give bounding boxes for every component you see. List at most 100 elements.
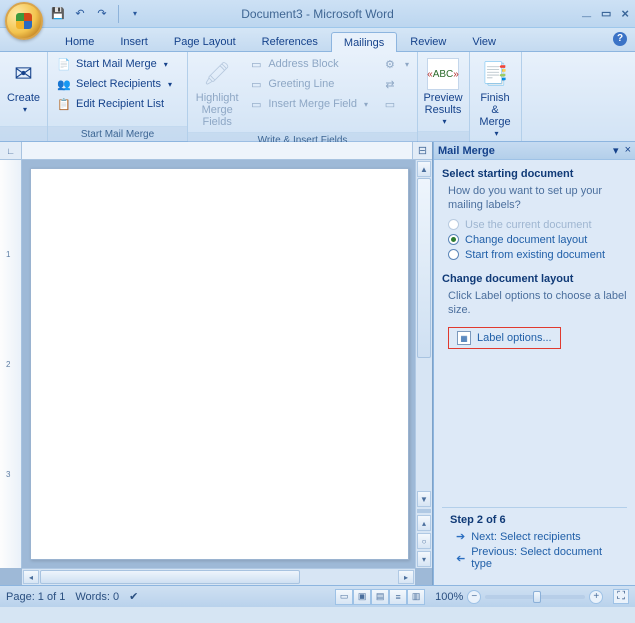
next-step-link[interactable]: ➔ Next: Select recipients bbox=[456, 530, 619, 543]
qat-separator bbox=[118, 5, 119, 23]
ribbon-group-write-insert: 🖍 Highlight Merge Fields ▭Address Block … bbox=[188, 52, 418, 141]
scroll-down-button[interactable]: ▼ bbox=[417, 491, 431, 507]
help-icon[interactable]: ? bbox=[613, 32, 627, 46]
taskpane-title: Mail Merge bbox=[438, 145, 495, 157]
restore-button[interactable]: ▭ bbox=[601, 7, 611, 20]
v-scroll-thumb[interactable] bbox=[417, 178, 431, 358]
start-group-label: Start Mail Merge bbox=[48, 126, 187, 141]
tab-references[interactable]: References bbox=[249, 31, 331, 51]
address-block-button[interactable]: ▭Address Block bbox=[244, 54, 372, 74]
h-scroll-thumb[interactable] bbox=[40, 570, 300, 584]
tab-selector[interactable]: ∟ bbox=[0, 142, 22, 159]
zoom-in-button[interactable]: + bbox=[589, 590, 603, 604]
view-buttons: ▭ ▣ ▤ ≡ ▥ bbox=[335, 589, 425, 605]
match-fields-button[interactable]: ⇄ bbox=[378, 74, 413, 94]
qat-customize-icon[interactable]: ▾ bbox=[127, 6, 143, 22]
horizontal-ruler[interactable]: ∟ 1 2 3 4 5 ⊟ bbox=[0, 142, 432, 160]
radio-change-layout[interactable]: Change document layout bbox=[448, 234, 627, 246]
mail-merge-task-pane: Mail Merge ▾ × Select starting document … bbox=[433, 142, 635, 585]
office-button[interactable] bbox=[5, 2, 43, 40]
doc-icon: 📄 bbox=[56, 56, 72, 72]
browse-object-button[interactable]: ○ bbox=[417, 533, 431, 549]
redo-icon[interactable]: ↷ bbox=[94, 6, 110, 22]
label-options-button[interactable]: ▦ Label options... bbox=[448, 327, 561, 349]
scroll-left-button[interactable]: ◂ bbox=[23, 570, 39, 584]
scroll-right-button[interactable]: ▸ bbox=[398, 570, 414, 584]
preview-results-button[interactable]: «ABC» Preview Results bbox=[422, 54, 464, 131]
tab-home[interactable]: Home bbox=[52, 31, 107, 51]
finish-icon: 📑 bbox=[479, 58, 511, 90]
minimize-button[interactable]: _ bbox=[582, 2, 591, 20]
radio-start-existing[interactable]: Start from existing document bbox=[448, 249, 627, 261]
section-select-starting: Select starting document bbox=[442, 168, 627, 180]
window-title: Document3 - Microsoft Word bbox=[241, 7, 394, 21]
save-icon[interactable]: 💾 bbox=[50, 6, 66, 22]
work-area: ∟ 1 2 3 4 5 ⊟ 1 2 3 ▲ ▼ ▴ ○ bbox=[0, 142, 635, 585]
view-full-screen[interactable]: ▣ bbox=[353, 589, 371, 605]
finish-merge-button[interactable]: 📑 Finish & Merge bbox=[474, 54, 516, 143]
status-page[interactable]: Page: 1 of 1 bbox=[6, 591, 65, 603]
label-icon: ▦ bbox=[457, 331, 471, 345]
view-ruler-toggle[interactable]: ⊟ bbox=[412, 142, 432, 159]
scroll-up-button[interactable]: ▲ bbox=[417, 161, 431, 177]
prev-page-button[interactable]: ▴ bbox=[417, 515, 431, 531]
tab-page-layout[interactable]: Page Layout bbox=[161, 31, 249, 51]
radio-icon bbox=[448, 249, 459, 260]
tab-view[interactable]: View bbox=[459, 31, 509, 51]
ribbon: ✉ Create 📄Start Mail Merge 👥Select Recip… bbox=[0, 52, 635, 142]
zoom-level[interactable]: 100% bbox=[435, 591, 463, 603]
v-scroll-track[interactable] bbox=[416, 178, 432, 490]
status-words[interactable]: Words: 0 bbox=[75, 591, 119, 603]
horizontal-scrollbar[interactable]: ◂ ▸ bbox=[22, 568, 415, 585]
wizard-step: Step 2 of 6 bbox=[450, 514, 619, 526]
ribbon-group-finish: 📑 Finish & Merge Finish bbox=[470, 52, 522, 141]
vertical-scrollbar[interactable]: ▲ ▼ ▴ ○ ▾ bbox=[415, 160, 432, 568]
prev-step-link[interactable]: ➔ Previous: Select document type bbox=[456, 546, 619, 570]
ribbon-tabs: Home Insert Page Layout References Maili… bbox=[0, 28, 635, 52]
status-bar: Page: 1 of 1 Words: 0 ✔ ▭ ▣ ▤ ≡ ▥ 100% −… bbox=[0, 585, 635, 607]
tab-review[interactable]: Review bbox=[397, 31, 459, 51]
insert-merge-field-button[interactable]: ▭Insert Merge Field bbox=[244, 94, 372, 114]
update-labels-button[interactable]: ▭ bbox=[378, 94, 413, 114]
labels-icon: ▭ bbox=[382, 96, 398, 112]
view-draft[interactable]: ▥ bbox=[407, 589, 425, 605]
h-scroll-track[interactable] bbox=[40, 569, 397, 585]
document-page[interactable] bbox=[30, 168, 409, 560]
radio-icon-selected bbox=[448, 234, 459, 245]
zoom-fit-icon[interactable]: ⛶ bbox=[613, 589, 629, 604]
select-recipients-button[interactable]: 👥Select Recipients bbox=[52, 74, 183, 94]
highlight-merge-fields-button[interactable]: 🖍 Highlight Merge Fields bbox=[192, 54, 242, 132]
field-icon: ▭ bbox=[248, 96, 264, 112]
view-print-layout[interactable]: ▭ bbox=[335, 589, 353, 605]
view-outline[interactable]: ≡ bbox=[389, 589, 407, 605]
edit-recipient-list-button[interactable]: 📋Edit Recipient List bbox=[52, 94, 183, 114]
vertical-ruler[interactable]: 1 2 3 bbox=[0, 160, 22, 568]
address-icon: ▭ bbox=[248, 56, 264, 72]
zoom-thumb[interactable] bbox=[533, 591, 541, 603]
tab-insert[interactable]: Insert bbox=[107, 31, 161, 51]
document-pane: ∟ 1 2 3 4 5 ⊟ 1 2 3 ▲ ▼ ▴ ○ bbox=[0, 142, 433, 585]
start-mail-merge-button[interactable]: 📄Start Mail Merge bbox=[52, 54, 183, 74]
create-button[interactable]: ✉ Create bbox=[4, 54, 43, 119]
arrow-left-icon: ➔ bbox=[456, 552, 465, 565]
rules-button[interactable]: ⚙ bbox=[378, 54, 413, 74]
tab-mailings[interactable]: Mailings bbox=[331, 32, 397, 52]
ribbon-group-create: ✉ Create bbox=[0, 52, 48, 141]
envelope-icon: ✉ bbox=[8, 58, 40, 90]
zoom-out-button[interactable]: − bbox=[467, 590, 481, 604]
greeting-line-button[interactable]: ▭Greeting Line bbox=[244, 74, 372, 94]
ribbon-group-preview: «ABC» Preview Results bbox=[418, 52, 470, 141]
undo-icon[interactable]: ↶ bbox=[72, 6, 88, 22]
taskpane-menu-icon[interactable]: ▾ bbox=[613, 144, 619, 157]
next-page-button[interactable]: ▾ bbox=[417, 551, 431, 567]
close-button[interactable]: × bbox=[621, 6, 629, 21]
view-web-layout[interactable]: ▤ bbox=[371, 589, 389, 605]
taskpane-footer: Step 2 of 6 ➔ Next: Select recipients ➔ … bbox=[442, 507, 627, 581]
greeting-icon: ▭ bbox=[248, 76, 264, 92]
zoom-slider[interactable] bbox=[485, 595, 585, 599]
section-change-layout: Change document layout bbox=[442, 273, 627, 285]
proofing-icon[interactable]: ✔ bbox=[129, 590, 138, 603]
taskpane-close-icon[interactable]: × bbox=[625, 144, 631, 157]
quick-access-toolbar: 💾 ↶ ↷ ▾ bbox=[50, 5, 143, 23]
ribbon-group-start-mail-merge: 📄Start Mail Merge 👥Select Recipients 📋Ed… bbox=[48, 52, 188, 141]
